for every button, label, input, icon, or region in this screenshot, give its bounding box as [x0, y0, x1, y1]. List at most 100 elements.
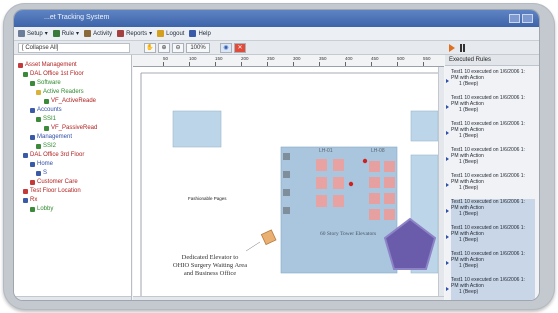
floor-plan-canvas[interactable]: 50 100 150 200 250 300 350 400 450 500 5…	[133, 55, 444, 300]
menu-logout[interactable]: Logout	[157, 30, 184, 37]
play-icon[interactable]	[448, 43, 456, 53]
ruler-tick	[319, 62, 320, 66]
rule-text: 1 (Beep)	[459, 237, 479, 244]
pause-icon[interactable]	[459, 44, 466, 52]
toolbar: [ Collapse All] ✋ ⊕ ⊖ 100% ◉ ✕	[14, 41, 539, 55]
menu-help-label: Help	[198, 30, 211, 37]
menu-rule-label: Rule	[61, 30, 75, 37]
tree-node-icon	[44, 98, 49, 104]
tree-node-icon	[30, 80, 35, 86]
tree-item-label: Accounts	[37, 107, 62, 113]
tree-item[interactable]: Active Readers	[36, 88, 84, 96]
ruler-label: 50	[163, 56, 169, 61]
tree-node-icon	[23, 152, 28, 158]
rule-arrow-icon	[446, 209, 449, 213]
tree-item[interactable]: Lobby	[30, 205, 53, 213]
menu-activity[interactable]: Activity	[84, 30, 112, 37]
tree-item[interactable]: Accounts	[30, 106, 62, 114]
tree-node-icon	[36, 143, 41, 149]
rule-entry[interactable]: Test1 10 executed on 1/6/2006 1: PM with…	[451, 251, 535, 278]
tree-item[interactable]: Management	[30, 133, 72, 141]
ruler-tick	[215, 62, 216, 66]
ruler-tick	[267, 62, 268, 66]
rule-entry[interactable]: Test1 10 executed on 1/6/2006 1: PM with…	[451, 147, 535, 174]
logout-icon	[157, 30, 165, 37]
zoom-out-button[interactable]: ⊖	[172, 43, 184, 53]
info-button[interactable]: ◉	[220, 43, 232, 53]
ruler-tick	[371, 62, 372, 66]
maximize-button[interactable]	[522, 14, 533, 23]
tree-item-label: Customer Care	[37, 179, 78, 185]
rule-entry[interactable]: Test1 10 executed on 1/6/2006 1: PM with…	[451, 199, 535, 226]
zoom-in-button[interactable]: ⊕	[158, 43, 170, 53]
tree-item[interactable]: S	[36, 169, 47, 177]
tree-item[interactable]: Home	[30, 160, 53, 168]
rule-entry[interactable]: Test1 10 executed on 1/6/2006 1: PM with…	[451, 69, 535, 96]
rule-arrow-icon	[446, 157, 449, 161]
rule-entry[interactable]: Test1 10 executed on 1/6/2006 1: PM with…	[451, 173, 535, 200]
tree-item[interactable]: Rx	[23, 196, 37, 204]
pan-button[interactable]: ✋	[144, 43, 156, 53]
note-line: and Business Office	[183, 270, 237, 277]
menu-setup-label: Setup	[27, 30, 43, 37]
minimize-button[interactable]	[509, 14, 520, 23]
tree-node-icon	[30, 107, 35, 113]
work-cell	[369, 177, 380, 188]
close-icon[interactable]: ✕	[234, 43, 246, 53]
tree-item[interactable]: VF_ActiveReade	[44, 97, 96, 105]
tree-item-label: SSI1	[43, 116, 57, 122]
ruler-label: 550	[423, 56, 431, 61]
ruler-tick	[345, 62, 346, 66]
tree-item[interactable]: VF_PassiveRead	[44, 124, 97, 132]
rule-entry[interactable]: Test1 10 executed on 1/6/2006 1: PM with…	[451, 121, 535, 148]
elevator-door	[283, 171, 290, 178]
menu-activity-label: Activity	[93, 30, 113, 37]
room-block	[172, 110, 222, 148]
rule-entry[interactable]: Test1 10 executed on 1/6/2006 1: PM with…	[451, 225, 535, 252]
elevator-door	[283, 189, 290, 196]
rule-arrow-icon	[446, 183, 449, 187]
collapse-all-dropdown[interactable]: [ Collapse All]	[18, 43, 130, 53]
tree-item[interactable]: Test Floor Location	[23, 187, 81, 195]
work-cell	[369, 193, 380, 204]
tree-item[interactable]: DAL Office 3rd Floor	[23, 151, 84, 159]
zoom-level[interactable]: 100%	[186, 43, 210, 53]
tree-node-icon	[23, 188, 28, 194]
tree-item[interactable]: DAL Office 1st Floor	[23, 70, 84, 78]
tree-item[interactable]: Asset Management	[18, 61, 77, 69]
canvas-horizontal-scrollbar[interactable]	[133, 296, 444, 300]
tree-node-icon	[18, 62, 23, 68]
tree-item[interactable]: Customer Care	[30, 178, 78, 186]
canvas-vertical-scrollbar[interactable]	[438, 67, 444, 296]
ruler-tick	[397, 62, 398, 66]
tree-item-label: Lobby	[37, 206, 54, 212]
tree-item-label: Management	[37, 134, 73, 140]
rule-entry[interactable]: Test1 10 executed on 1/6/2006 1: PM with…	[451, 95, 535, 122]
elevator-label: 60 Story Tower Elevators	[320, 231, 377, 237]
ruler-tick	[293, 62, 294, 66]
menu-help[interactable]: Help	[189, 30, 211, 37]
room-block	[410, 110, 438, 142]
tree-node-icon	[30, 179, 35, 185]
menu-reports[interactable]: Reports ▾	[117, 30, 152, 37]
tree-node-icon	[23, 71, 28, 77]
tree-node-icon	[30, 134, 35, 140]
title-bar: ...et Tracking System	[14, 10, 539, 27]
rule-text: 1 (Beep)	[459, 211, 479, 218]
ruler-label: 450	[371, 56, 379, 61]
executed-rules-panel: Executed Rules Test1 10 executed on 1/6/…	[445, 55, 539, 300]
tree-node-icon	[44, 125, 49, 131]
tree-item[interactable]: SSI1	[36, 115, 56, 123]
menu-setup[interactable]: Setup ▾	[18, 30, 48, 37]
rule-entry[interactable]: Test1 10 executed on 1/6/2006 1: PM with…	[451, 277, 535, 300]
tree-item[interactable]: SSI2	[36, 142, 56, 150]
rule-arrow-icon	[446, 261, 449, 265]
tree-node-icon	[36, 170, 41, 176]
tree-horizontal-scrollbar[interactable]	[14, 296, 131, 300]
rule-text: 1 (Beep)	[459, 81, 479, 88]
tree-item[interactable]: Software	[30, 79, 61, 87]
rule-text: 1 (Beep)	[459, 263, 479, 270]
work-cell	[384, 161, 395, 172]
elevator-symbol	[260, 229, 277, 246]
menu-rule[interactable]: Rule ▾	[52, 30, 79, 37]
